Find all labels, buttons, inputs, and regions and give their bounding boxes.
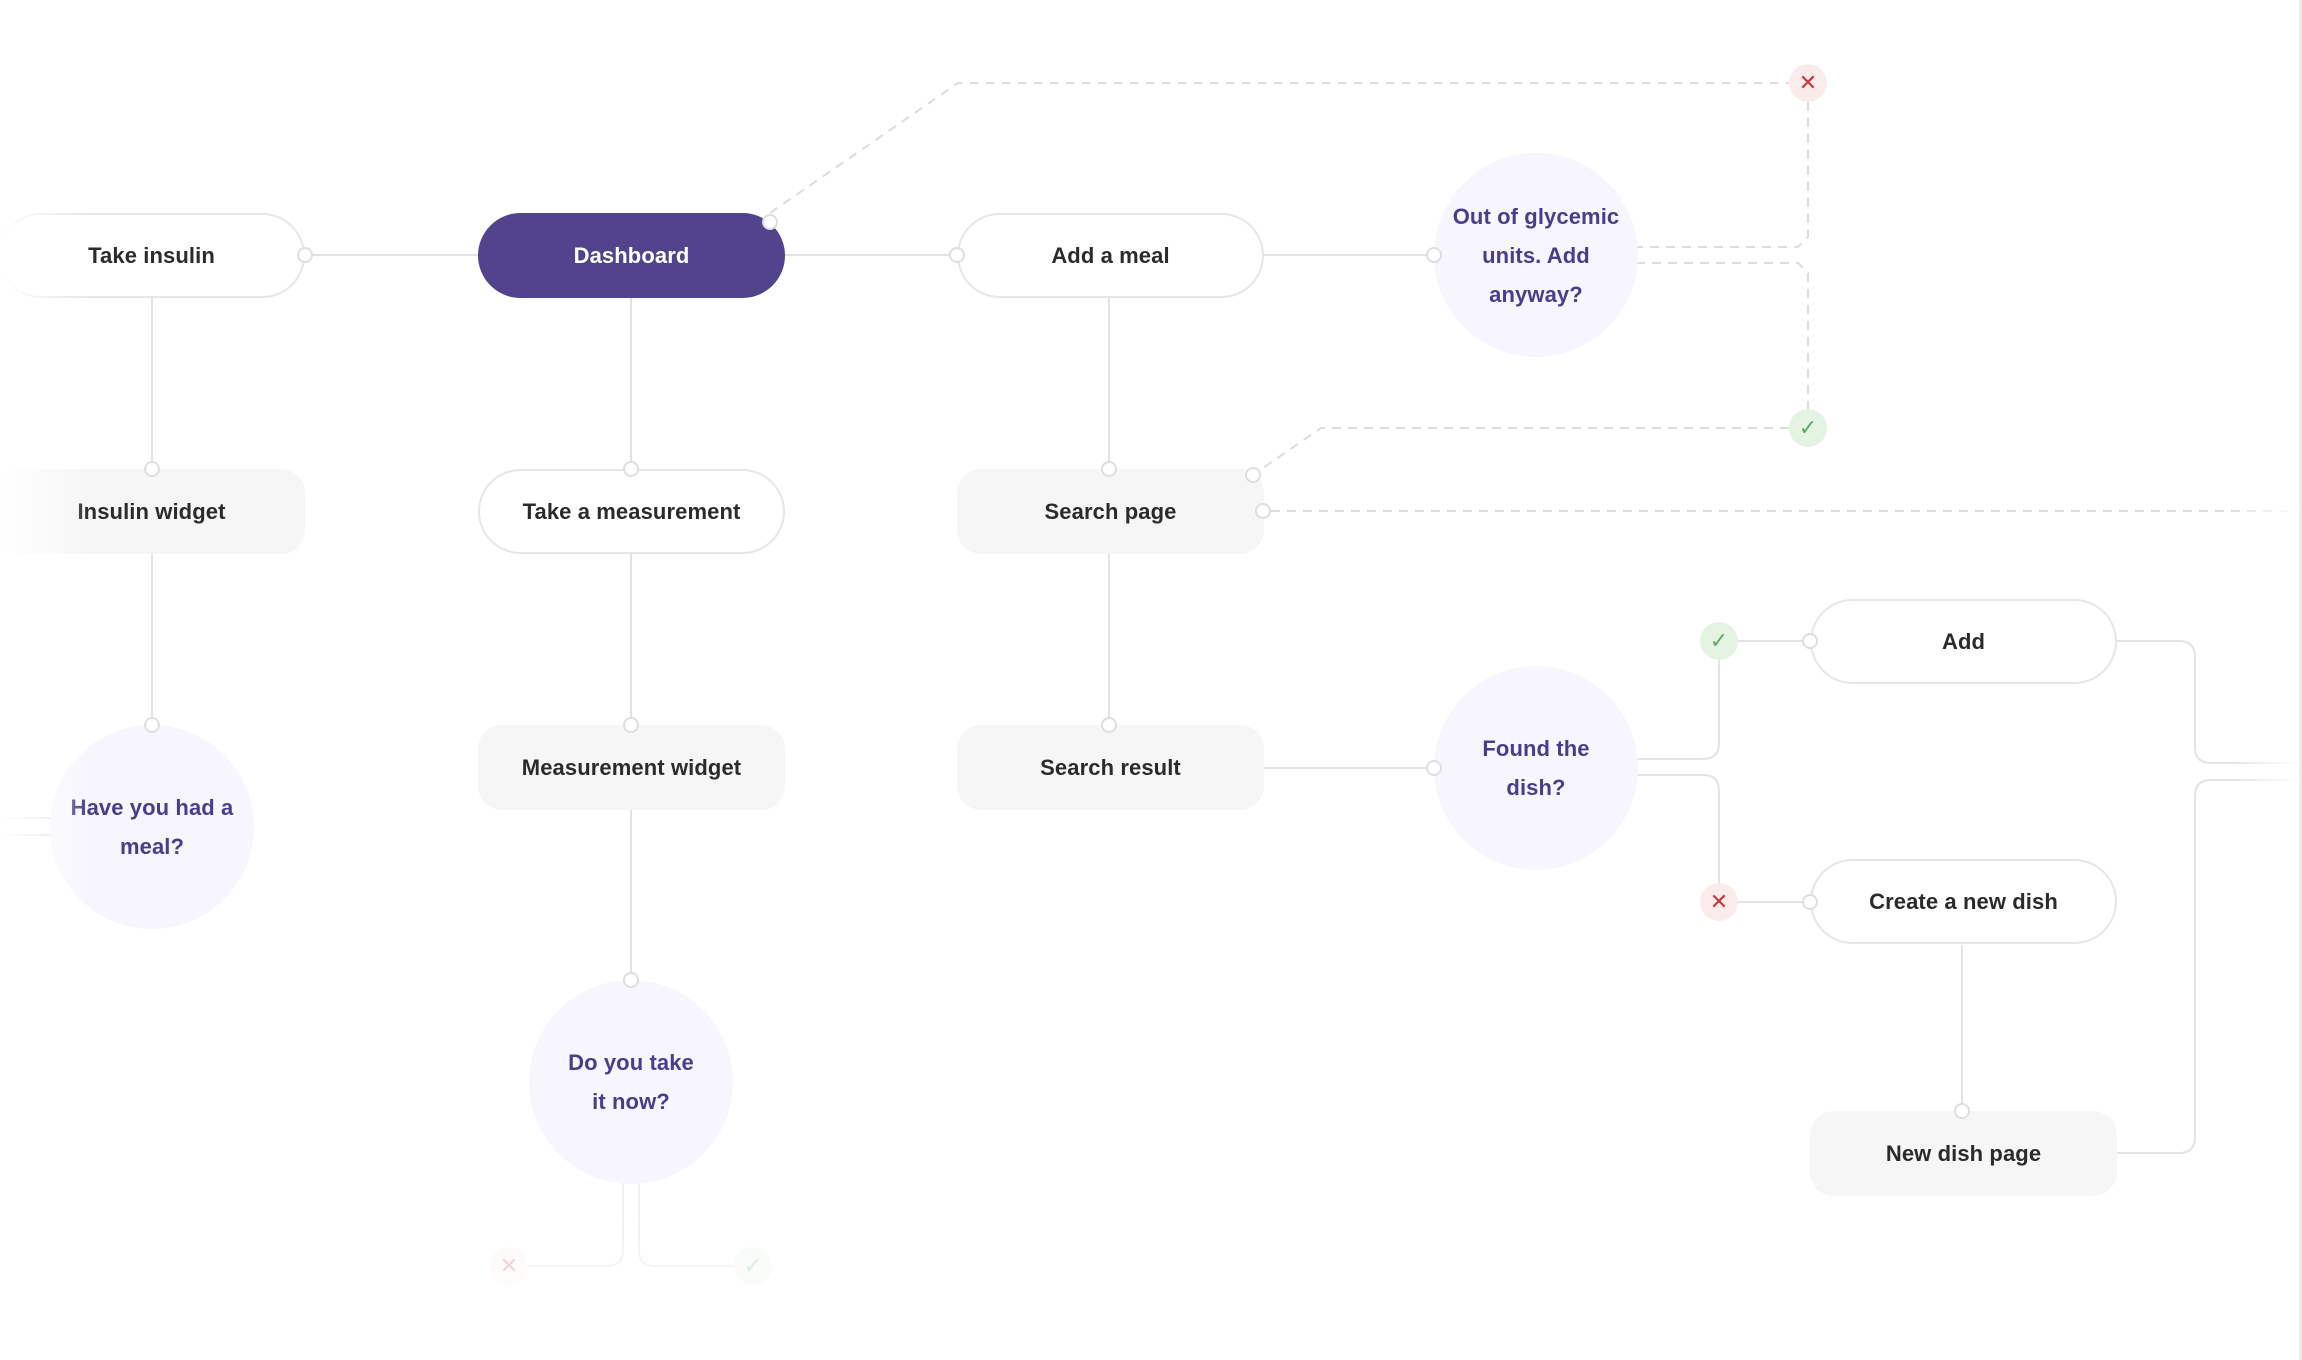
node-take-now-question[interactable]: Do you take it now? [529,980,733,1184]
port-search-page-upper-right[interactable] [1245,467,1261,483]
port-insulin-widget-top[interactable] [144,461,160,477]
port-take-insulin-right[interactable] [297,247,313,263]
check-icon: ✓ [1798,415,1818,440]
node-label: Out of glycemic units. Add anyway? [1452,203,1620,307]
dashed-no-outofunits [1636,102,1809,248]
port-have-meal-top[interactable] [144,717,160,733]
right-fade-overlay [2229,0,2299,1360]
no-badge-out-of-units[interactable]: ✕ [1789,64,1827,102]
node-search-result[interactable]: Search result [957,725,1264,810]
node-label: Search result [1040,754,1181,780]
node-label: Take a measurement [522,498,741,524]
dashed-yes-search [1252,427,1789,476]
check-icon: ✓ [1709,628,1729,653]
close-icon: ✕ [1709,889,1729,914]
yes-badge-found-dish[interactable]: ✓ [1700,622,1738,660]
dashed-dashboard-no [769,82,1789,214]
port-take-now-top[interactable] [623,972,639,988]
node-label: Have you had a meal? [70,795,234,859]
node-create-new-dish[interactable]: Create a new dish [1810,859,2117,944]
bottom-fade-overlay [0,1180,2302,1360]
flow-canvas: Take insulin Dashboard Add a meal Out of… [0,0,2302,1360]
port-measurement-top[interactable] [623,461,639,477]
port-search-page-top[interactable] [1101,461,1117,477]
node-label: Insulin widget [77,498,226,524]
node-add-a-meal[interactable]: Add a meal [957,213,1264,298]
port-new-dish-top[interactable] [1954,1103,1970,1119]
node-label: Measurement widget [521,754,742,780]
port-found-dish-left[interactable] [1426,760,1442,776]
port-search-page-right[interactable] [1255,503,1271,519]
port-create-left[interactable] [1802,894,1818,910]
wire-found-no [1636,774,1720,902]
node-label: Found the dish? [1482,736,1590,800]
node-dashboard[interactable]: Dashboard [478,213,785,298]
no-badge-found-dish[interactable]: ✕ [1700,883,1738,921]
node-label: New dish page [1885,1140,2042,1166]
node-label: Search page [1044,498,1177,524]
port-add-meal-left[interactable] [949,247,965,263]
node-label: Dashboard [573,242,690,268]
yes-badge-out-of-units[interactable]: ✓ [1789,409,1827,447]
node-out-of-units-question[interactable]: Out of glycemic units. Add anyway? [1434,153,1638,357]
node-label: Add [1941,628,1986,654]
port-add-left[interactable] [1802,633,1818,649]
node-search-page[interactable]: Search page [957,469,1264,554]
node-measurement-widget[interactable]: Measurement widget [478,725,785,810]
node-found-dish-question[interactable]: Found the dish? [1434,666,1638,870]
node-take-measurement[interactable]: Take a measurement [478,469,785,554]
node-label: Do you take it now? [568,1050,694,1114]
close-icon: ✕ [1798,70,1818,95]
wire-found-yes [1636,641,1720,760]
port-measurement-widget-top[interactable] [623,717,639,733]
node-label: Create a new dish [1869,888,2058,914]
dashed-outofunits-yes [1636,262,1809,409]
left-fade-overlay [0,0,90,1360]
port-dashboard-corner[interactable] [762,214,778,230]
port-out-of-units-left[interactable] [1426,247,1442,263]
node-add[interactable]: Add [1810,599,2117,684]
node-label: Add a meal [1051,242,1170,268]
node-label: Take insulin [88,242,215,268]
port-search-result-top[interactable] [1101,717,1117,733]
